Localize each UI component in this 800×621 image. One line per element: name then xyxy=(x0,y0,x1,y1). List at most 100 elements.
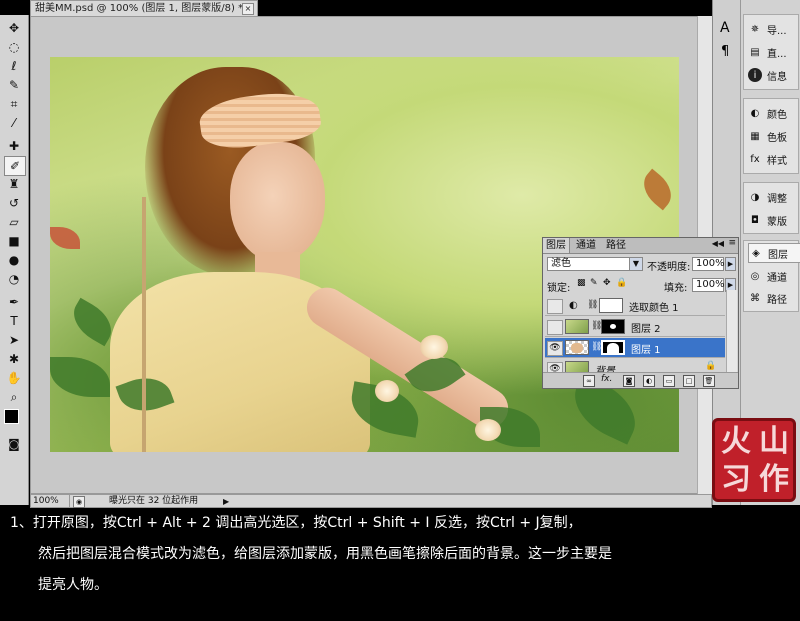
panel-item-channels[interactable]: ◎ 通道 xyxy=(748,266,800,286)
hand-tool-icon[interactable]: ✋ xyxy=(4,369,24,387)
healing-brush-tool-icon[interactable]: ✚ xyxy=(4,137,24,155)
layer-name: 图层 2 xyxy=(631,324,661,335)
panel-group-navigation: ✵ 导... ▤ 直... i 信息 xyxy=(743,14,799,90)
masks-icon: ◘ xyxy=(751,214,759,226)
caption-line: 1、打开原图，按Ctrl + Alt + 2 调出高光选区，按Ctrl + Sh… xyxy=(10,515,582,531)
lock-pixels-icon[interactable]: ✎ xyxy=(590,278,598,288)
link-layers-icon[interactable]: ∞ xyxy=(583,375,595,387)
status-arrow-icon[interactable]: ▶ xyxy=(223,496,229,508)
chain-link-icon: ⛓ xyxy=(587,300,599,310)
stake-shape xyxy=(142,197,146,452)
layers-panel: 图层 通道 路径 ◀◀ ≡ 滤色 ▼ 不透明度: 100% ▶ 锁定: ▩ ✎ … xyxy=(542,237,739,389)
panel-item-swatches[interactable]: ▦ 色板 xyxy=(748,126,800,146)
panel-item-masks[interactable]: ◘ 蒙版 xyxy=(748,210,800,230)
panel-item-paths[interactable]: ⌘ 路径 xyxy=(748,288,800,308)
dodge-tool-icon[interactable]: ◔ xyxy=(4,270,24,288)
panel-item-layers[interactable]: ◈ 图层 xyxy=(748,243,800,263)
visibility-toggle-off[interactable] xyxy=(547,320,563,335)
seal-stamp: 火 山 习 作 xyxy=(712,418,796,502)
foreground-color-swatch[interactable] xyxy=(4,409,19,424)
layer-mask-thumbnail xyxy=(599,298,623,313)
layers-icon: ◈ xyxy=(752,247,760,259)
foliage-shape xyxy=(636,168,679,211)
layer-row-selective-color[interactable]: ◐ ⛓ 选取颜色 1 xyxy=(545,296,725,316)
fill-label: 填充: xyxy=(664,283,688,294)
panel-item-color[interactable]: ◐ 颜色 xyxy=(748,103,800,123)
lasso-tool-icon[interactable]: ℓ xyxy=(4,57,24,75)
styles-icon: fx xyxy=(750,153,760,165)
panel-menu-icon[interactable]: ≡ xyxy=(728,238,736,248)
seal-char: 习 xyxy=(721,462,751,497)
lock-all-icon[interactable]: 🔒 xyxy=(616,278,627,288)
history-brush-tool-icon[interactable]: ↺ xyxy=(4,194,24,212)
panel-item-histogram[interactable]: ▤ 直... xyxy=(748,42,800,62)
lock-transparent-icon[interactable]: ▩ xyxy=(577,278,586,288)
adjustments-icon: ◑ xyxy=(750,191,760,203)
paragraph-icon[interactable]: ¶ xyxy=(721,44,729,59)
layers-panel-footer: ∞ fx. ◙ ◐ ▭ □ 🗑 xyxy=(543,372,738,388)
add-mask-icon[interactable]: ◙ xyxy=(623,375,635,387)
layer-name: 图层 1 xyxy=(631,345,661,356)
zoom-tool-icon[interactable]: ⌕ xyxy=(4,388,24,406)
layers-scrollbar[interactable] xyxy=(726,290,737,372)
face-shape xyxy=(230,142,325,262)
color-icon: ◐ xyxy=(750,107,760,119)
lock-label: 锁定: xyxy=(547,283,571,294)
paths-icon: ⌘ xyxy=(750,292,760,304)
panel-item-navigator[interactable]: ✵ 导... xyxy=(748,19,800,39)
panel-item-styles[interactable]: fx 样式 xyxy=(748,149,800,169)
collapse-icon[interactable]: ◀◀ xyxy=(712,239,724,248)
lock-icon: 🔒 xyxy=(705,361,717,371)
clone-stamp-tool-icon[interactable]: ♜ xyxy=(4,175,24,193)
new-group-icon[interactable]: ▭ xyxy=(663,375,675,387)
info-icon: i xyxy=(748,68,762,82)
blend-mode-select[interactable]: 滤色 ▼ xyxy=(547,257,643,271)
visibility-toggle-off[interactable] xyxy=(547,299,563,314)
gradient-tool-icon[interactable]: ■ xyxy=(4,232,24,250)
text-a-icon[interactable]: A xyxy=(720,20,730,36)
type-tool-icon[interactable]: T xyxy=(4,312,24,330)
zoom-level[interactable]: 100% xyxy=(33,495,70,507)
crop-tool-icon[interactable]: ⌗ xyxy=(4,95,24,113)
pen-tool-icon[interactable]: ✒ xyxy=(4,293,24,311)
fill-input[interactable]: 100% xyxy=(692,278,725,292)
status-menu-icon[interactable]: ◉ xyxy=(73,496,85,508)
marquee-tool-icon[interactable]: ◌ xyxy=(4,38,24,56)
new-layer-icon[interactable]: □ xyxy=(683,375,695,387)
tab-channels[interactable]: 通道 xyxy=(573,238,599,253)
layer-row-background[interactable]: 👁 背景 🔒 xyxy=(545,359,725,373)
opacity-slider-icon[interactable]: ▶ xyxy=(725,257,736,271)
tab-layers[interactable]: 图层 xyxy=(543,238,570,253)
eyedropper-tool-icon[interactable]: ⁄ xyxy=(4,114,24,132)
move-tool-icon[interactable]: ✥ xyxy=(4,19,24,37)
tools-panel: ✥ ◌ ℓ ✎ ⌗ ⁄ ✚ ✐ ♜ ↺ ▱ ■ ● ◔ ✒ T ➤ ✱ ✋ ⌕ … xyxy=(0,15,29,505)
layer-row-layer-2[interactable]: ⛓ 图层 2 xyxy=(545,317,725,337)
histogram-icon: ▤ xyxy=(750,46,760,58)
trash-icon[interactable]: 🗑 xyxy=(703,375,715,387)
panel-item-adjustments[interactable]: ◑ 调整 xyxy=(748,187,800,207)
opacity-input[interactable]: 100% xyxy=(692,257,725,271)
close-icon[interactable]: × xyxy=(242,3,254,15)
tab-paths[interactable]: 路径 xyxy=(603,238,629,253)
tutorial-caption: 1、打开原图，按Ctrl + Alt + 2 调出高光选区，按Ctrl + Sh… xyxy=(10,508,790,601)
layer-row-layer-1[interactable]: 👁 ⛓ 图层 1 xyxy=(545,338,725,358)
blur-tool-icon[interactable]: ● xyxy=(4,251,24,269)
foliage-shape xyxy=(50,227,80,249)
quick-select-tool-icon[interactable]: ✎ xyxy=(4,76,24,94)
document-tab[interactable]: 甜美MM.psd @ 100% (图层 1, 图层蒙版/8) * × xyxy=(30,0,258,16)
new-adjustment-icon[interactable]: ◐ xyxy=(643,375,655,387)
eye-icon[interactable]: 👁 xyxy=(547,341,563,356)
status-bar: 100% ◉ 曝光只在 32 位起作用 ▶ xyxy=(30,494,712,508)
layers-panel-tabs: 图层 通道 路径 ◀◀ ≡ xyxy=(543,238,738,254)
layer-style-icon[interactable]: fx. xyxy=(601,374,612,384)
shape-tool-icon[interactable]: ✱ xyxy=(4,350,24,368)
brush-tool-icon[interactable]: ✐ xyxy=(4,156,26,176)
path-select-tool-icon[interactable]: ➤ xyxy=(4,331,24,349)
status-message: 曝光只在 32 位起作用 xyxy=(109,496,199,506)
panel-item-info[interactable]: i 信息 xyxy=(748,65,800,85)
quick-mask-icon[interactable]: ◙ xyxy=(4,435,24,453)
opacity-label: 不透明度: xyxy=(647,262,691,273)
lock-position-icon[interactable]: ✥ xyxy=(603,278,611,288)
seal-char: 火 xyxy=(721,424,751,459)
eraser-tool-icon[interactable]: ▱ xyxy=(4,213,24,231)
